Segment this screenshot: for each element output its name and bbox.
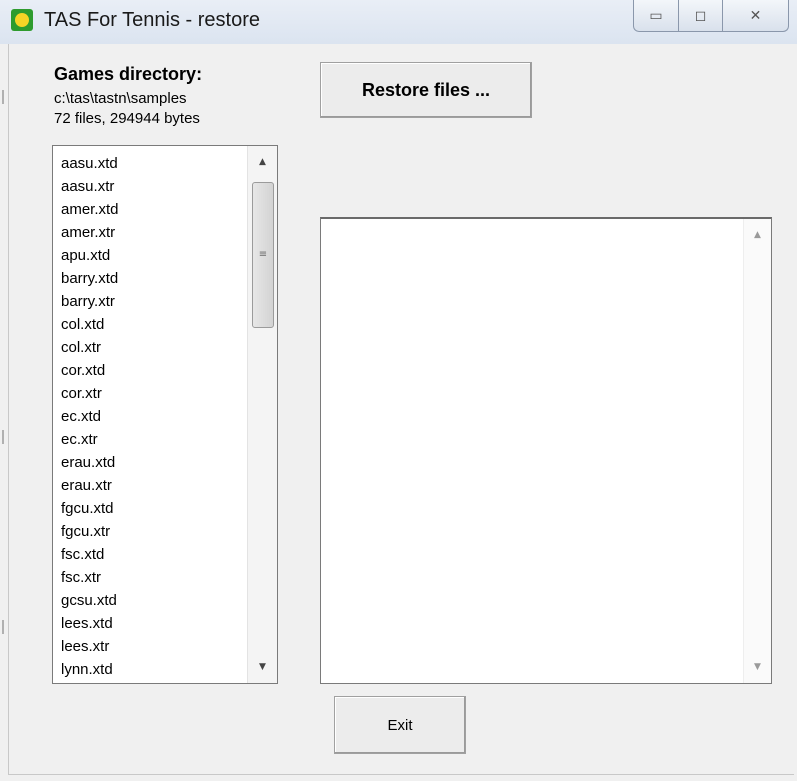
list-item[interactable]: lees.xtd [61,612,245,635]
list-item[interactable]: aasu.xtd [61,152,245,175]
list-item[interactable]: amer.xtd [61,198,245,221]
minimize-button[interactable]: ▭ [633,0,679,32]
list-item[interactable]: lees.xtr [61,635,245,658]
minimize-icon: ▭ [649,7,663,24]
exit-button[interactable]: Exit [334,696,466,754]
list-item[interactable]: ec.xtd [61,405,245,428]
title-bar[interactable]: TAS For Tennis - restore ▭ ◻ ✕ [0,0,797,44]
grip-icon: ≡ [258,249,268,260]
restore-window: TAS For Tennis - restore ▭ ◻ ✕ Games dir… [0,0,797,781]
app-icon[interactable] [11,9,33,31]
list-item[interactable]: fsc.xtd [61,543,245,566]
close-button[interactable]: ✕ [723,0,789,32]
scroll-down-arrow-icon[interactable]: ▼ [248,655,277,679]
list-item[interactable]: gcsu.xtd [61,589,245,612]
list-item[interactable]: apu.xtd [61,244,245,267]
list-item[interactable]: cor.xtr [61,382,245,405]
edge-mark [2,90,4,104]
scroll-up-arrow-icon[interactable]: ▲ [744,223,771,247]
list-item[interactable]: lynn.xtd [61,658,245,681]
scroll-thumb[interactable]: ≡ [252,182,274,328]
list-item[interactable]: cor.xtd [61,359,245,382]
window-bottom-border [8,774,794,775]
list-item[interactable]: amer.xtr [61,221,245,244]
scroll-up-arrow-icon[interactable]: ▲ [248,150,277,174]
edge-mark [2,620,4,634]
list-item[interactable]: col.xtr [61,336,245,359]
list-item[interactable]: erau.xtd [61,451,245,474]
list-item[interactable]: fgcu.xtd [61,497,245,520]
scroll-down-arrow-icon[interactable]: ▼ [744,655,771,679]
list-item[interactable]: barry.xtd [61,267,245,290]
file-list-scrollbar[interactable]: ▲ ≡ ▼ [247,146,277,683]
games-directory-path: c:\tas\tastn\samples [54,90,187,107]
list-item[interactable]: barry.xtr [61,290,245,313]
file-list-items: aasu.xtd aasu.xtr amer.xtd amer.xtr apu.xtd b… [61,152,245,681]
list-item[interactable]: erau.xtr [61,474,245,497]
maximize-button[interactable]: ◻ [679,0,723,32]
edge-mark [2,430,4,444]
list-item[interactable]: ec.xtr [61,428,245,451]
list-item[interactable]: fsc.xtr [61,566,245,589]
list-item[interactable]: col.xtd [61,313,245,336]
list-item[interactable]: fgcu.xtr [61,520,245,543]
window-title: TAS For Tennis - restore [44,9,260,31]
output-scrollbar[interactable]: ▲ ▼ [743,219,771,683]
games-directory-heading: Games directory: [54,64,203,84]
list-item[interactable]: aasu.xtr [61,175,245,198]
window-controls: ▭ ◻ ✕ [633,0,793,34]
restore-output-textbox[interactable]: ▲ ▼ [320,217,772,684]
games-file-summary: 72 files, 294944 bytes [54,110,200,127]
restore-files-button[interactable]: Restore files ... [320,62,532,118]
close-icon: ✕ [749,7,762,24]
file-listbox[interactable]: aasu.xtd aasu.xtr amer.xtd amer.xtr apu.xtd b… [52,145,278,684]
maximize-icon: ◻ [694,7,707,24]
